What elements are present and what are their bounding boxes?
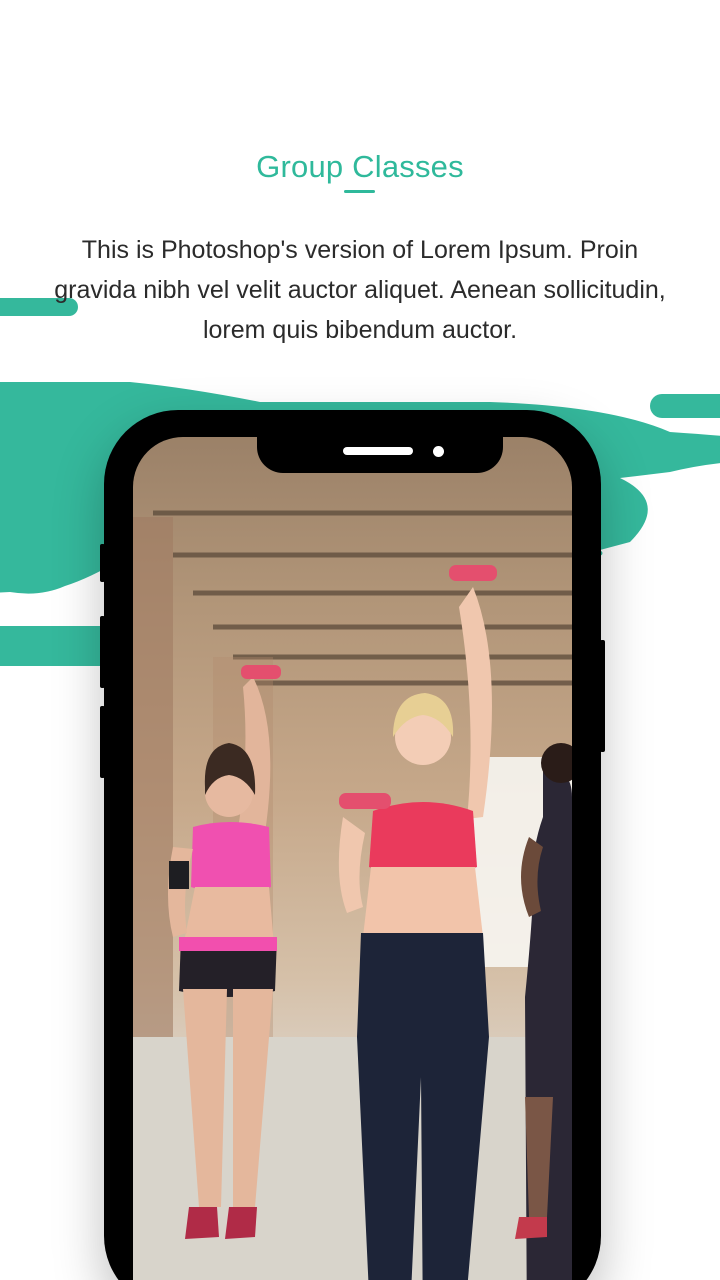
phone-speaker <box>343 447 413 455</box>
women-with-dumbbells-workout-icon <box>133 510 572 1280</box>
phone-side-button-volume-up <box>100 616 105 688</box>
phone-side-button-mute <box>100 544 105 582</box>
phone-side-button-volume-down <box>100 706 105 778</box>
title-underline <box>344 190 375 193</box>
phone-screen <box>133 437 572 1280</box>
phone-notch <box>257 437 503 473</box>
phone-side-button-power <box>600 640 605 752</box>
onboarding-page: Group Classes This is Photoshop's versio… <box>0 0 720 1280</box>
decorative-blob-right <box>650 394 720 418</box>
phone-camera-icon <box>433 446 444 457</box>
page-description: This is Photoshop's version of Lorem Ips… <box>54 236 666 344</box>
phone-mockup <box>100 410 605 1280</box>
page-title: Group Classes <box>256 149 464 184</box>
